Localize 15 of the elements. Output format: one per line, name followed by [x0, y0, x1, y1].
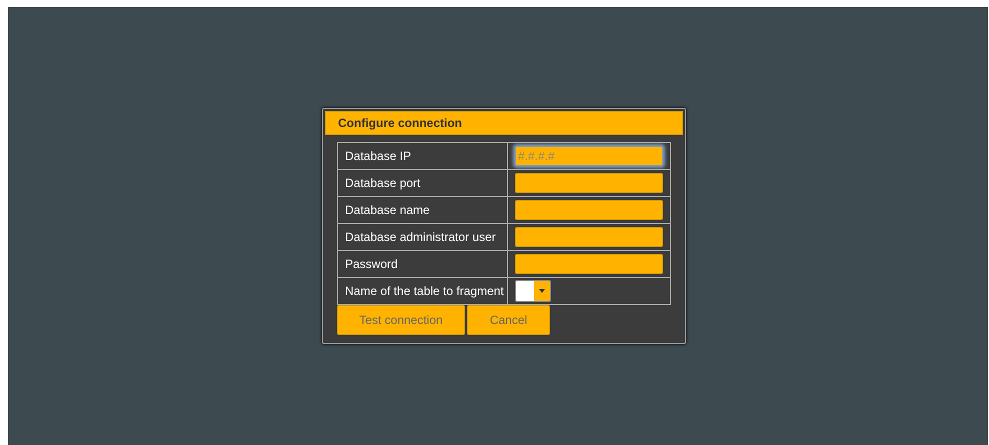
field-label: Database name: [338, 196, 508, 224]
input-field[interactable]: [515, 173, 663, 193]
field-label: Database administrator user: [338, 224, 508, 250]
input-field[interactable]: [515, 227, 663, 247]
dialog-button[interactable]: Test connection: [337, 305, 465, 335]
dropdown[interactable]: [515, 280, 551, 302]
caret-icon: [539, 289, 545, 293]
dialog-button[interactable]: Cancel: [467, 305, 550, 335]
dialog-title: Configure connection: [325, 111, 683, 135]
field-label: Database port: [338, 170, 508, 196]
input-field[interactable]: #.#.#.#: [515, 146, 663, 166]
field-label: Password: [338, 250, 508, 278]
input-field[interactable]: [515, 254, 663, 274]
input-field[interactable]: [515, 200, 663, 220]
field-label: Database IP: [338, 142, 508, 170]
